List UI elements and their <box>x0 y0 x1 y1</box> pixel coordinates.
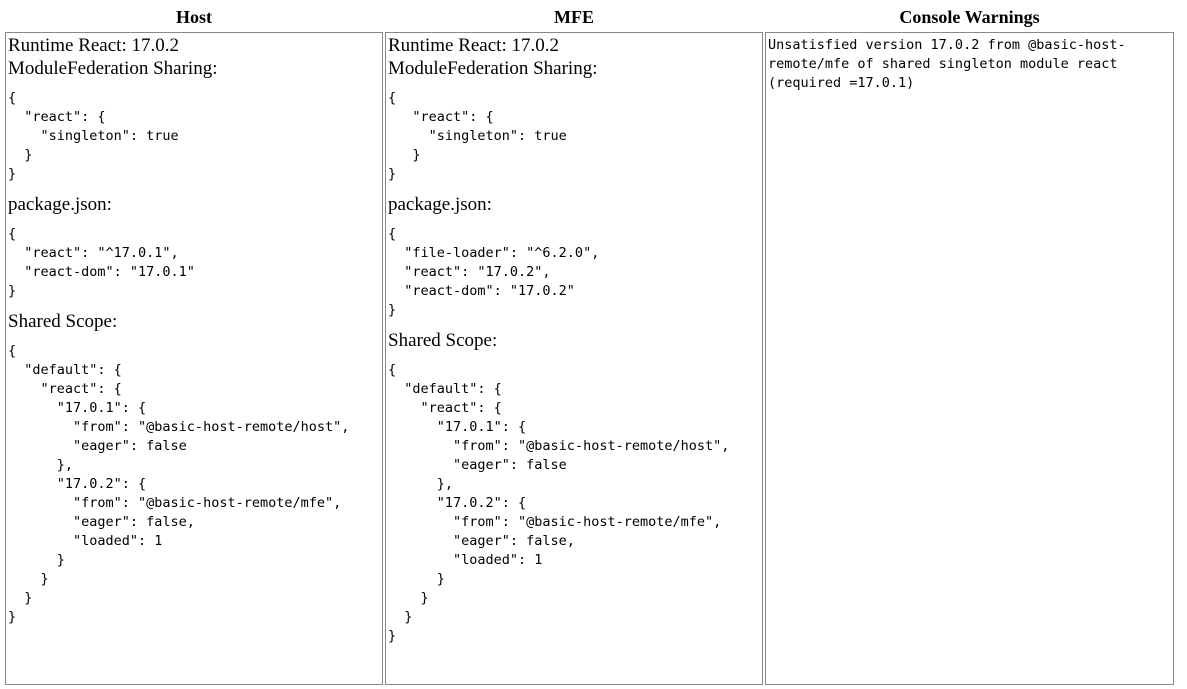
content-row: Runtime React: 17.0.2 ModuleFederation S… <box>5 32 1174 685</box>
mfe-package-json: { "file-loader": "^6.2.0", "react": "17.… <box>388 226 600 318</box>
host-sharing-label: ModuleFederation Sharing: <box>8 58 218 79</box>
host-shared-scope: { "default": { "react": { "17.0.1": { "f… <box>8 343 350 625</box>
mfe-runtime-react: Runtime React: 17.0.2 <box>388 35 559 56</box>
host-scope-label: Shared Scope: <box>8 311 118 332</box>
host-runtime-react: Runtime React: 17.0.2 <box>8 35 179 56</box>
mfe-scope-label: Shared Scope: <box>388 330 498 351</box>
header-row: Host MFE Console Warnings <box>5 4 1174 30</box>
mfe-shared-scope: { "default": { "react": { "17.0.1": { "f… <box>388 362 730 644</box>
mfe-panel: Runtime React: 17.0.2 ModuleFederation S… <box>385 32 763 685</box>
console-warning-message: Unsatisfied version 17.0.2 from @basic-h… <box>768 37 1126 91</box>
console-panel: Unsatisfied version 17.0.2 from @basic-h… <box>765 32 1174 685</box>
console-column-header: Console Warnings <box>899 7 1040 27</box>
comparison-table: Host MFE Console Warnings Runtime React:… <box>3 2 1176 687</box>
mfe-column-header: MFE <box>554 7 594 27</box>
host-sharing-config: { "react": { "singleton": true } } <box>8 90 179 182</box>
host-panel: Runtime React: 17.0.2 ModuleFederation S… <box>5 32 383 685</box>
host-package-label: package.json: <box>8 194 112 215</box>
mfe-sharing-label: ModuleFederation Sharing: <box>388 58 598 79</box>
host-package-json: { "react": "^17.0.1", "react-dom": "17.0… <box>8 226 195 299</box>
mfe-sharing-config: { "react": { "singleton": true } } <box>388 90 567 182</box>
host-column-header: Host <box>176 7 212 27</box>
mfe-package-label: package.json: <box>388 194 492 215</box>
